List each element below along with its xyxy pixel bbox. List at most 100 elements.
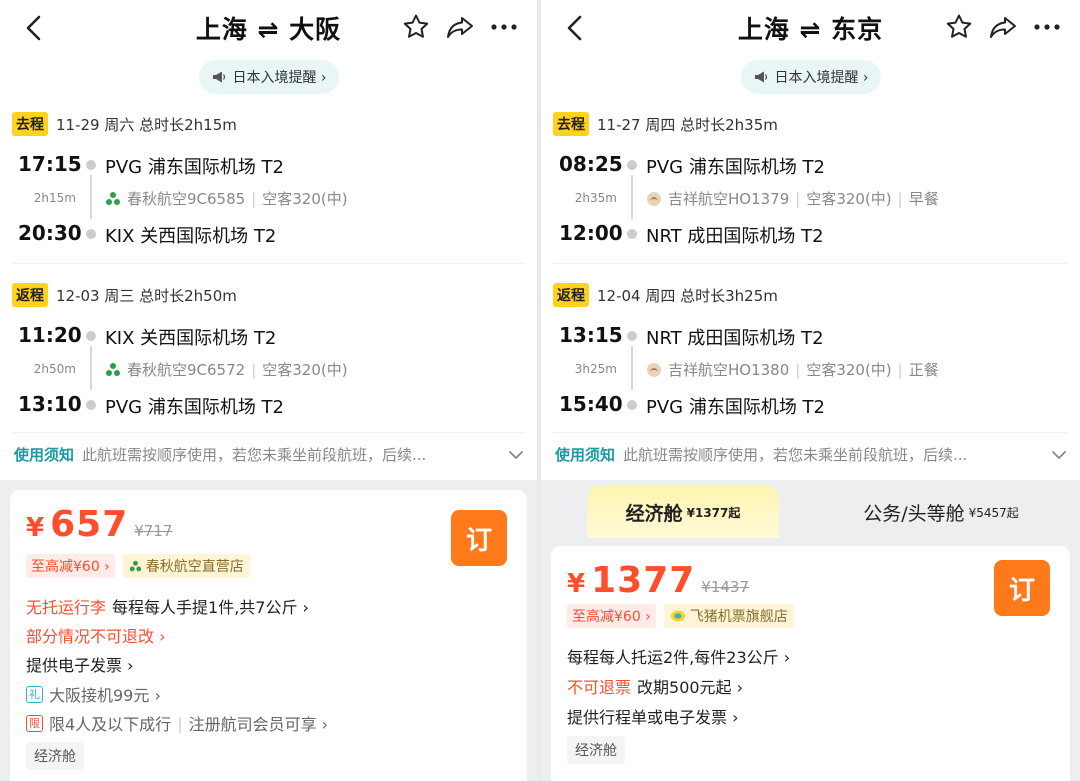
arrival-dot <box>627 229 637 239</box>
chevron-down-icon[interactable] <box>1050 446 1068 464</box>
flight-info[interactable]: 吉祥航空HO1379 | 空客320(中) | 早餐 <box>646 188 939 209</box>
original-price: ¥1437 <box>701 578 750 596</box>
price: 1377 <box>591 560 696 601</box>
share-icon[interactable] <box>445 12 475 42</box>
currency-symbol: ¥ <box>567 569 586 599</box>
usage-label: 使用须知 <box>14 446 75 464</box>
usage-notice[interactable]: 使用须知 此航班需按顺序使用，若您未乘坐前段航班，后续... <box>555 444 1068 465</box>
notice-label: 日本入境提醒 › <box>774 70 869 86</box>
juneyao-airlines-logo-icon <box>647 191 661 206</box>
arrival-airport: PVG 浦东国际机场 T2 <box>105 397 285 418</box>
shop-badge[interactable]: 飞猪机票旗舰店 <box>663 604 794 628</box>
flight-duration: 2h35m <box>574 191 617 205</box>
refund-text: 部分情况不可退改 › <box>26 627 166 646</box>
baggage-line[interactable]: 每程每人托运2件,每件23公斤 › <box>567 644 790 668</box>
discount-badge[interactable]: 至高减¥60 › <box>567 604 656 628</box>
tab-business[interactable]: 公务/头等舱 ¥5457起 <box>831 486 1051 538</box>
tab-economy-label: 经济舱 <box>625 502 683 525</box>
departure-time: 08:25 <box>559 152 623 176</box>
baggage-line[interactable]: 无托运行李 每程每人手提1件,共7公斤 › <box>26 594 309 618</box>
fare-card: ¥ 657 ¥717 订 至高减¥60 › 春秋航空直营店 无托运行李 每程每人… <box>10 490 527 781</box>
fliggy-logo-icon <box>670 610 685 622</box>
book-button[interactable]: 订 <box>994 560 1050 616</box>
return-summary: 12-03 周三 总时长2h50m <box>56 286 237 305</box>
refund-line[interactable]: 部分情况不可退改 › <box>26 623 166 647</box>
gift-line[interactable]: 礼 大阪接机99元 › <box>26 682 161 706</box>
invoice-line[interactable]: 提供电子发票 › <box>26 652 134 676</box>
discount-badge[interactable]: 至高减¥60 › <box>26 554 115 578</box>
member-text: 注册航司会员可享 › <box>188 715 329 734</box>
book-button[interactable]: 订 <box>451 510 507 566</box>
usage-notice[interactable]: 使用须知 此航班需按顺序使用，若您未乘坐前段航班，后续... <box>14 444 525 465</box>
arrival-time: 13:10 <box>18 392 82 416</box>
original-price: ¥717 <box>134 522 173 540</box>
departure-time: 13:15 <box>559 323 623 347</box>
more-icon[interactable] <box>489 12 519 42</box>
outbound-summary: 11-29 周六 总时长2h15m <box>56 115 237 134</box>
megaphone-icon <box>754 71 767 83</box>
flight-info[interactable]: 春秋航空9C6572 | 空客320(中) <box>105 359 348 380</box>
limit-line[interactable]: 限 限4人及以下成行 | 注册航司会员可享 › <box>26 711 328 735</box>
shop-badge[interactable]: 春秋航空直营店 <box>122 554 250 578</box>
chevron-down-icon[interactable] <box>507 446 525 464</box>
invoice-text: 提供行程单或电子发票 › <box>567 708 739 727</box>
arrival-airport: NRT 成田国际机场 T2 <box>646 226 824 247</box>
shop-name: 春秋航空直营店 <box>145 559 244 575</box>
spring-airlines-logo-icon <box>106 362 120 376</box>
tab-business-label: 公务/头等舱 <box>863 502 965 525</box>
cabin-class-chip: 经济舱 <box>567 736 625 764</box>
gift-icon: 礼 <box>26 685 43 703</box>
return-tag: 返程 <box>553 283 589 307</box>
flight-duration: 2h15m <box>33 191 76 205</box>
shop-name: 飞猪机票旗舰店 <box>689 609 788 625</box>
notice-label: 日本入境提醒 › <box>232 70 327 86</box>
more-icon[interactable] <box>1032 12 1062 42</box>
usage-text: 此航班需按顺序使用，若您未乘坐前段航班，后续... <box>623 446 968 464</box>
flight-info[interactable]: 吉祥航空HO1380 | 空客320(中) | 正餐 <box>646 359 939 380</box>
aircraft-type: 空客320(中) <box>262 190 348 208</box>
tab-business-price: ¥5457起 <box>968 505 1019 520</box>
star-icon[interactable] <box>401 12 431 42</box>
japan-entry-notice[interactable]: 日本入境提醒 › <box>740 60 881 94</box>
flight-duration: 3h25m <box>574 362 617 376</box>
back-arrow-icon[interactable] <box>563 14 589 42</box>
currency-symbol: ¥ <box>26 513 45 543</box>
spring-airlines-logo-icon <box>129 560 141 571</box>
refund-line[interactable]: 不可退票 改期500元起 › <box>567 674 743 698</box>
arrival-airport: KIX 关西国际机场 T2 <box>105 226 277 247</box>
cabin-class-chip: 经济舱 <box>26 742 84 770</box>
arrival-dot <box>86 229 96 239</box>
route-panel-shanghai-tokyo: 上海 ⇌ 东京 日本入境提醒 › 去程 11-27 周四 总时长2h35m 08… <box>541 0 1080 781</box>
outbound-tag: 去程 <box>553 112 589 136</box>
juneyao-airlines-logo-icon <box>647 362 661 377</box>
back-arrow-icon[interactable] <box>22 14 48 42</box>
header: 上海 ⇌ 大阪 <box>0 0 537 56</box>
flight-info[interactable]: 春秋航空9C6585 | 空客320(中) <box>105 188 348 209</box>
japan-entry-notice[interactable]: 日本入境提醒 › <box>198 60 339 94</box>
change-fee-text: 改期500元起 › <box>637 678 744 697</box>
meal-info: 早餐 <box>908 190 939 208</box>
departure-time: 11:20 <box>18 323 82 347</box>
departure-dot <box>86 331 96 341</box>
departure-airport: PVG 浦东国际机场 T2 <box>105 157 285 178</box>
arrival-airport: PVG 浦东国际机场 T2 <box>646 397 826 418</box>
gift-text: 大阪接机99元 › <box>49 686 161 705</box>
tab-economy[interactable]: 经济舱 ¥1377起 <box>587 486 779 538</box>
invoice-line[interactable]: 提供行程单或电子发票 › <box>567 704 739 728</box>
arrival-dot <box>627 400 637 410</box>
share-icon[interactable] <box>988 12 1018 42</box>
departure-airport: PVG 浦东国际机场 T2 <box>646 157 826 178</box>
arrival-time: 20:30 <box>18 221 82 245</box>
airline-flight-number: 春秋航空9C6572 <box>127 361 246 379</box>
route-line <box>631 346 633 390</box>
route-line <box>631 175 633 219</box>
divider <box>12 263 525 264</box>
departure-dot <box>86 160 96 170</box>
airline-flight-number: 春秋航空9C6585 <box>127 190 246 208</box>
route-panel-shanghai-osaka: 上海 ⇌ 大阪 日本入境提醒 › 去程 11-29 周六 总时长2h15m 17… <box>0 0 537 781</box>
limit-text: 限4人及以下成行 <box>49 715 172 734</box>
departure-time: 17:15 <box>18 152 82 176</box>
star-icon[interactable] <box>944 12 974 42</box>
aircraft-type: 空客320(中) <box>806 190 892 208</box>
header: 上海 ⇌ 东京 <box>541 0 1080 56</box>
